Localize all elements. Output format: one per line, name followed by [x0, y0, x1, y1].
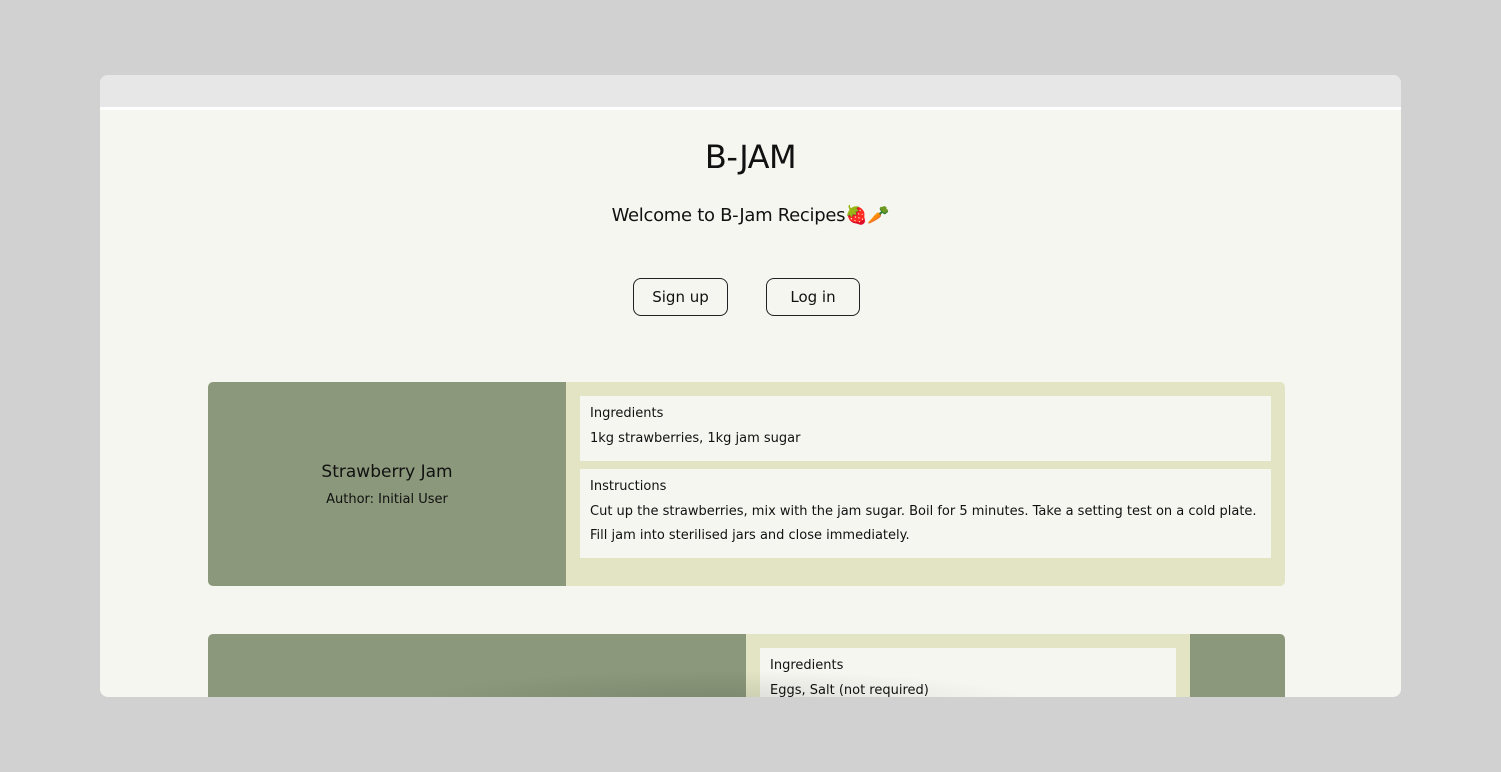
instructions-box: Instructions Cut up the strawberries, mi… — [580, 469, 1271, 558]
ingredients-heading: Ingredients — [590, 406, 664, 421]
log-in-button[interactable]: Log in — [766, 278, 860, 316]
window-titlebar — [100, 75, 1401, 110]
ingredients-box: Ingredients 1kg strawberries, 1kg jam su… — [580, 396, 1271, 461]
recipe-details: Ingredients 1kg strawberries, 1kg jam su… — [566, 382, 1285, 586]
welcome-message: Welcome to B-Jam Recipes🍓🥕 — [611, 205, 890, 226]
recipe-summary: Strawberry Jam Author: Initial User — [208, 382, 566, 586]
recipe-details: Ingredients Eggs, Salt (not required) — [746, 634, 1190, 697]
ingredients-heading: Ingredients — [770, 658, 844, 673]
browser-window: B-JAM Welcome to B-Jam Recipes🍓🥕 Sign up… — [100, 75, 1401, 697]
recipe-card-tail — [1190, 634, 1285, 697]
ingredients-text: Eggs, Salt (not required) — [770, 683, 929, 697]
sign-up-button[interactable]: Sign up — [633, 278, 728, 316]
recipe-card: Ingredients Eggs, Salt (not required) — [208, 634, 1285, 697]
recipe-title: Strawberry Jam — [321, 461, 453, 482]
ingredients-box: Ingredients Eggs, Salt (not required) — [760, 648, 1176, 697]
instructions-text: Cut up the strawberries, mix with the ja… — [590, 504, 1257, 543]
ingredients-text: 1kg strawberries, 1kg jam sugar — [590, 431, 801, 446]
site-title: B-JAM — [704, 138, 797, 176]
recipe-card: Strawberry Jam Author: Initial User Ingr… — [208, 382, 1285, 586]
instructions-heading: Instructions — [590, 479, 667, 494]
page-content[interactable]: B-JAM Welcome to B-Jam Recipes🍓🥕 Sign up… — [100, 110, 1401, 697]
recipe-summary — [208, 634, 746, 697]
recipe-author: Author: Initial User — [326, 491, 448, 507]
